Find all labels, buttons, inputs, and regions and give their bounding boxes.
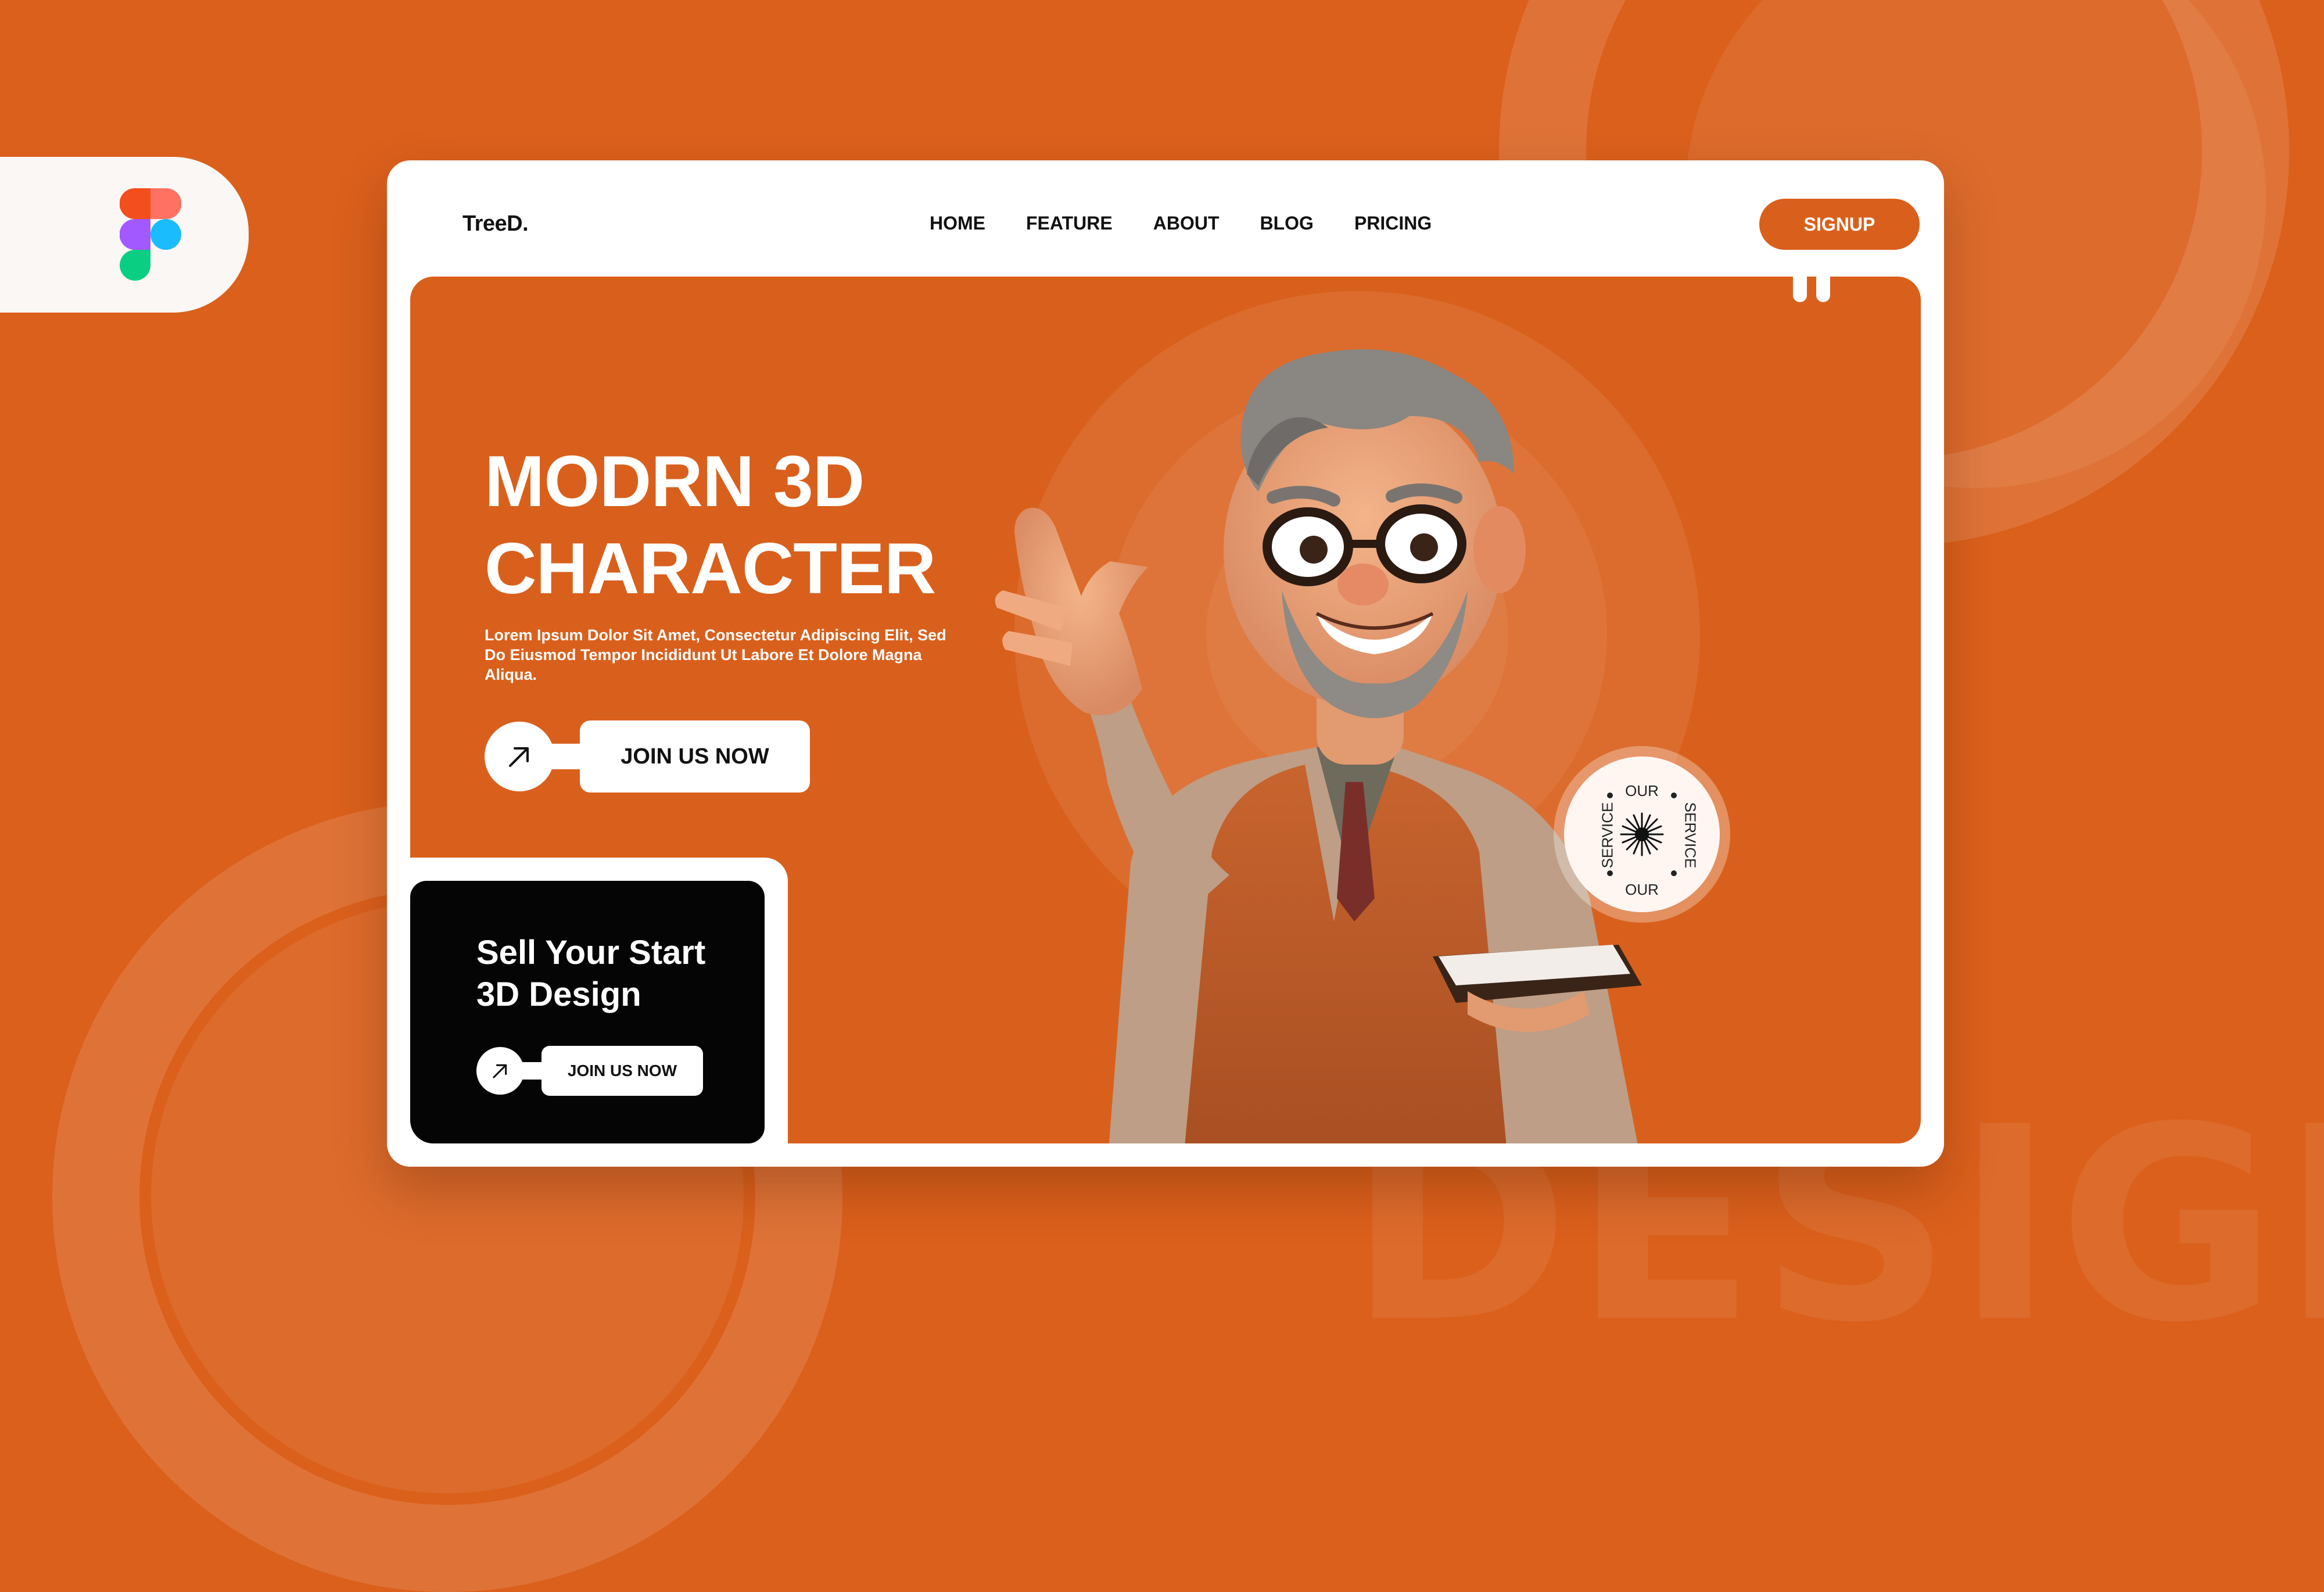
promo-title: Sell Your Start 3D Design — [476, 932, 705, 1016]
promo-card: Sell Your Start 3D Design JOIN US NOW — [410, 858, 788, 1143]
badge-text-bottom: OUR — [1625, 881, 1659, 898]
hero-title-line: CHARACTER — [485, 529, 936, 609]
signup-tab-notch — [1816, 277, 1830, 302]
promo-title-line: 3D Design — [476, 976, 641, 1013]
badge-text-left: SERVICE — [1598, 802, 1616, 869]
hero-description: Lorem Ipsum Dolor Sit Amet, Consectetur … — [485, 626, 946, 683]
starburst-icon — [1620, 812, 1664, 856]
nav-link-feature[interactable]: FEATURE — [1026, 213, 1113, 234]
arrow-up-right-icon — [509, 747, 529, 767]
badge-dot — [1671, 793, 1677, 798]
cta-icon-circle[interactable] — [485, 722, 554, 791]
promo-join-button[interactable]: JOIN US NOW — [476, 1046, 703, 1096]
signup-button[interactable]: SIGNUP — [1759, 199, 1920, 250]
site-logo[interactable]: TreeD. — [462, 211, 529, 236]
badge-disc: OUR OUR SERVICE SERVICE — [1564, 756, 1720, 912]
promo-title-line: Sell Your Start — [476, 934, 706, 971]
badge-text-right: SERVICE — [1681, 802, 1699, 869]
arrow-up-right-icon — [493, 1064, 507, 1078]
hero-section: MODRN 3D CHARACTER Lorem Ipsum Dolor Sit… — [410, 277, 1921, 1143]
join-us-now-label[interactable]: JOIN US NOW — [580, 720, 810, 793]
nav-link-pricing[interactable]: PRICING — [1354, 213, 1432, 234]
badge-dot — [1671, 870, 1677, 876]
website-mockup: TreeD. HOME FEATURE ABOUT BLOG PRICING S… — [387, 160, 1944, 1167]
our-service-badge[interactable]: OUR OUR SERVICE SERVICE — [1554, 746, 1730, 923]
3d-character-illustration — [995, 349, 1642, 1143]
promo-join-label[interactable]: JOIN US NOW — [541, 1046, 703, 1096]
nav-link-about[interactable]: ABOUT — [1153, 213, 1220, 234]
figma-logo-icon — [120, 188, 181, 281]
nav-link-home[interactable]: HOME — [930, 213, 985, 234]
nav-link-blog[interactable]: BLOG — [1260, 213, 1314, 234]
join-us-now-button[interactable]: JOIN US NOW — [485, 720, 810, 793]
promo-card-inner: Sell Your Start 3D Design JOIN US NOW — [410, 881, 765, 1143]
main-nav: HOME FEATURE ABOUT BLOG PRICING — [930, 213, 1432, 234]
promo-cta-icon-circle[interactable] — [476, 1047, 524, 1095]
badge-text-top: OUR — [1625, 782, 1659, 799]
badge-dot — [1607, 793, 1613, 798]
signup-tab-notch — [1793, 277, 1807, 302]
badge-dot — [1607, 870, 1613, 876]
hero-title-line: MODRN 3D — [485, 442, 865, 522]
figma-tab — [0, 157, 249, 313]
hero-title: MODRN 3D CHARACTER — [485, 438, 936, 612]
